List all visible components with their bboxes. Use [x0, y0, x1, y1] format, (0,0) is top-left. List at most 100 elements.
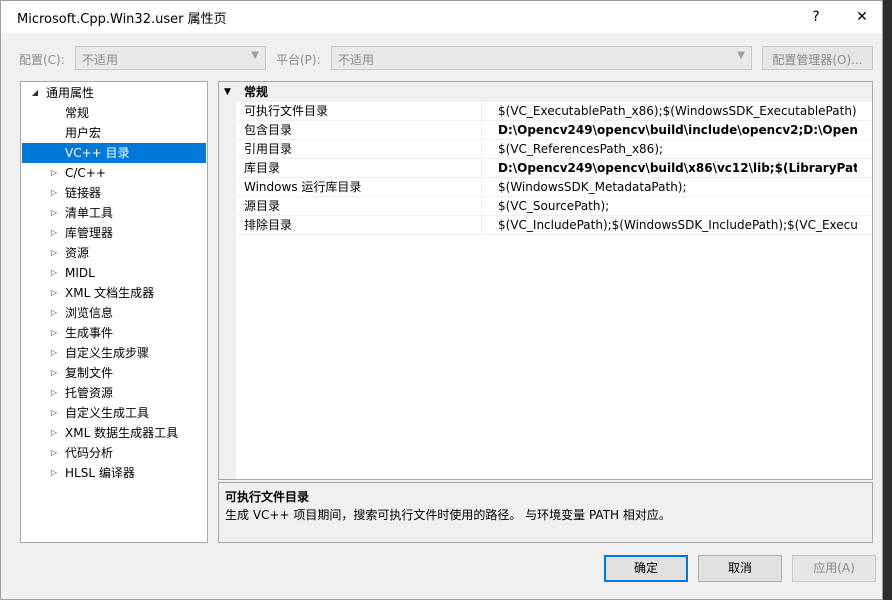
tree-item[interactable]: ▷ 自定义生成工具: [22, 403, 206, 423]
property-value[interactable]: $(VC_IncludePath);$(WindowsSDK_IncludePa…: [481, 216, 857, 234]
help-icon: ?: [812, 9, 820, 25]
tree-item[interactable]: ▷ 链接器: [22, 183, 206, 203]
tree-item-label: 清单工具: [65, 206, 114, 220]
tree-item[interactable]: ▷ C/C++: [22, 163, 206, 183]
configuration-manager-button[interactable]: 配置管理器(O)...: [762, 46, 873, 70]
title-bar: Microsoft.Cpp.Win32.user 属性页 ? ✕: [1, 1, 882, 33]
configuration-bar: 配置(C): 不适用 ▼ 平台(P): 不适用 ▼ 配置管理器(O)...: [1, 46, 882, 70]
expand-triangle-icon[interactable]: ▷: [49, 423, 59, 443]
background-app-edge: [883, 0, 892, 600]
tree-item[interactable]: ▷ XML 文档生成器: [22, 283, 206, 303]
tree-item[interactable]: ▷ 生成事件: [22, 323, 206, 343]
property-value[interactable]: $(VC_SourcePath);: [481, 197, 857, 215]
tree-item[interactable]: ▷ HLSL 编译器: [22, 463, 206, 483]
property-value[interactable]: D:\Opencv249\opencv\build\x86\vc12\lib;$…: [481, 159, 857, 177]
collapse-chevron-icon[interactable]: ▼: [224, 82, 231, 102]
close-button[interactable]: ✕: [839, 1, 885, 33]
configuration-value: 不适用: [82, 53, 119, 67]
expand-triangle-icon[interactable]: ▷: [49, 163, 59, 183]
expand-triangle-icon[interactable]: ▷: [49, 303, 59, 323]
expand-triangle-icon[interactable]: ▷: [49, 463, 59, 483]
tree-item-label: 链接器: [65, 186, 102, 200]
tree-item[interactable]: ▷ XML 数据生成器工具: [22, 423, 206, 443]
apply-button[interactable]: 应用(A): [792, 555, 876, 582]
expand-triangle-icon[interactable]: ▷: [49, 343, 59, 363]
tree-item-label: 通用属性: [46, 86, 95, 100]
tree-item[interactable]: 常规: [22, 103, 206, 123]
platform-select[interactable]: 不适用 ▼: [331, 46, 752, 70]
property-tree: ◢ 通用属性 常规 用户宏 VC++ 目录 ▷ C/C++ ▷ 链接器 ▷ 清单工具 ▷ 库管理器 ▷…: [20, 81, 208, 543]
tree-item[interactable]: ▷ MIDL: [22, 263, 206, 283]
tree-item-label: VC++ 目录: [65, 146, 130, 160]
tree-item-label: XML 数据生成器工具: [65, 426, 179, 440]
tree-item[interactable]: ▷ 代码分析: [22, 443, 206, 463]
expanded-triangle-icon[interactable]: ◢: [30, 83, 40, 103]
grid-gutter: [219, 82, 236, 479]
description-panel: 可执行文件目录 生成 VC++ 项目期间，搜索可执行文件时使用的路径。 与环境变…: [218, 482, 873, 543]
property-value[interactable]: $(VC_ExecutablePath_x86);$(WindowsSDK_Ex…: [481, 102, 857, 120]
tree-item[interactable]: ▷ 清单工具: [22, 203, 206, 223]
tree-item-label: 用户宏: [65, 126, 102, 140]
expand-triangle-icon[interactable]: ▷: [49, 223, 59, 243]
property-grid: ▼ 常规 可执行文件目录 $(VC_ExecutablePath_x86);$(W…: [218, 81, 873, 480]
expand-triangle-icon[interactable]: ▷: [49, 263, 59, 283]
property-name: 引用目录: [244, 142, 293, 156]
expand-triangle-icon[interactable]: ▷: [49, 183, 59, 203]
property-row[interactable]: 引用目录 $(VC_ReferencesPath_x86);: [236, 140, 872, 159]
property-name: 排除目录: [244, 218, 293, 232]
expand-triangle-icon[interactable]: ▷: [49, 283, 59, 303]
tree-item-label: 生成事件: [65, 326, 114, 340]
tree-item-label: 浏览信息: [65, 306, 114, 320]
close-icon: ✕: [856, 9, 868, 25]
property-value[interactable]: D:\Opencv249\opencv\build\include\opencv…: [481, 121, 857, 139]
property-row[interactable]: 排除目录 $(VC_IncludePath);$(WindowsSDK_Inclu…: [236, 216, 872, 235]
tree-item[interactable]: ▷ 浏览信息: [22, 303, 206, 323]
expand-triangle-icon[interactable]: ▷: [49, 383, 59, 403]
platform-value: 不适用: [338, 53, 375, 67]
cancel-button[interactable]: 取消: [698, 555, 782, 582]
tree-item-label: HLSL 编译器: [65, 466, 135, 480]
property-row[interactable]: 可执行文件目录 $(VC_ExecutablePath_x86);$(Window…: [236, 102, 872, 121]
expand-triangle-icon[interactable]: ▷: [49, 323, 59, 343]
property-row[interactable]: 包含目录 D:\Opencv249\opencv\build\include\op…: [236, 121, 872, 140]
tree-item-label: 代码分析: [65, 446, 114, 460]
ok-button[interactable]: 确定: [604, 555, 688, 582]
tree-item-label: 托管资源: [65, 386, 114, 400]
window-title: Microsoft.Cpp.Win32.user 属性页: [17, 12, 227, 27]
tree-item[interactable]: ▷ 复制文件: [22, 363, 206, 383]
tree-item[interactable]: ▷ 资源: [22, 243, 206, 263]
expand-triangle-icon[interactable]: ▷: [49, 443, 59, 463]
tree-item[interactable]: 用户宏: [22, 123, 206, 143]
property-name: 可执行文件目录: [244, 104, 329, 118]
property-value[interactable]: $(WindowsSDK_MetadataPath);: [481, 178, 857, 196]
configuration-select[interactable]: 不适用 ▼: [75, 46, 266, 70]
tree-item-label: 自定义生成工具: [65, 406, 150, 420]
tree-item-label: 常规: [65, 106, 90, 120]
tree-item-label: 资源: [65, 246, 90, 260]
tree-item-common-properties[interactable]: ◢ 通用属性: [22, 83, 206, 103]
property-name: 源目录: [244, 199, 281, 213]
tree-item-label: MIDL: [65, 266, 95, 280]
expand-triangle-icon[interactable]: ▷: [49, 203, 59, 223]
configuration-label: 配置(C):: [19, 53, 65, 67]
grid-category-general[interactable]: ▼ 常规: [219, 82, 872, 102]
help-button[interactable]: ?: [793, 1, 839, 33]
expand-triangle-icon[interactable]: ▷: [49, 363, 59, 383]
tree-item-label: 复制文件: [65, 366, 114, 380]
tree-item[interactable]: ▷ 托管资源: [22, 383, 206, 403]
property-name: Windows 运行库目录: [244, 180, 362, 194]
tree-item[interactable]: ▷ 自定义生成步骤: [22, 343, 206, 363]
expand-triangle-icon[interactable]: ▷: [49, 243, 59, 263]
property-row[interactable]: 库目录 D:\Opencv249\opencv\build\x86\vc12\li…: [236, 159, 872, 178]
property-name: 库目录: [244, 161, 281, 175]
category-label: 常规: [244, 85, 269, 99]
chevron-down-icon: ▼: [251, 50, 259, 61]
expand-triangle-icon[interactable]: ▷: [49, 403, 59, 423]
property-row[interactable]: Windows 运行库目录 $(WindowsSDK_MetadataPath);: [236, 178, 872, 197]
tree-item[interactable]: ▷ 库管理器: [22, 223, 206, 243]
tree-item[interactable]: VC++ 目录: [22, 143, 206, 163]
property-row[interactable]: 源目录 $(VC_SourcePath);: [236, 197, 872, 216]
tree-item-label: 自定义生成步骤: [65, 346, 150, 360]
tree-item-label: C/C++: [65, 166, 106, 180]
property-value[interactable]: $(VC_ReferencesPath_x86);: [481, 140, 857, 158]
